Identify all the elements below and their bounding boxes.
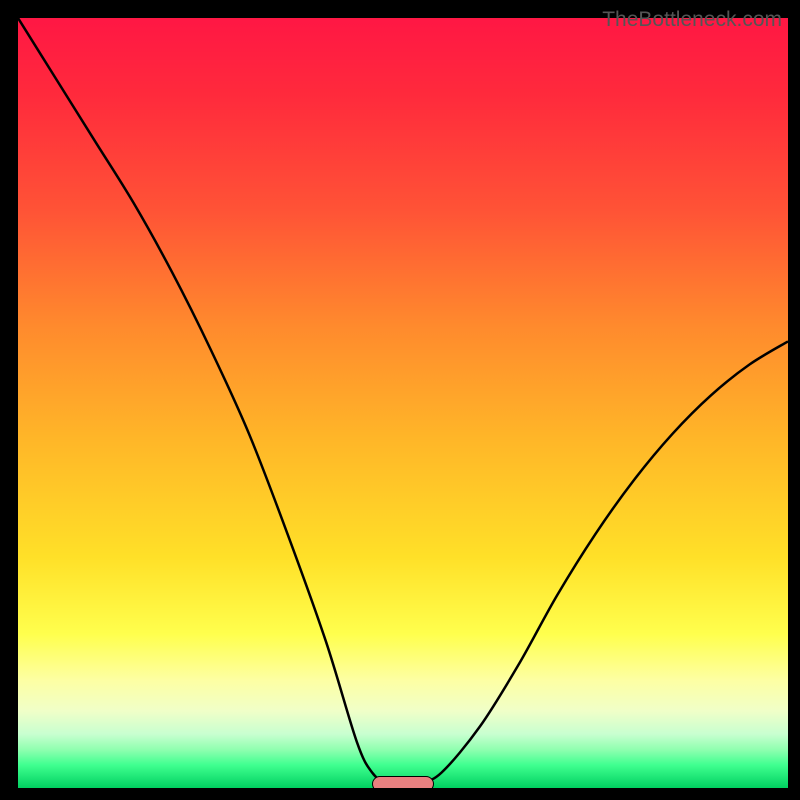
watermark-text: TheBottleneck.com	[602, 8, 782, 32]
bottleneck-curve	[18, 18, 788, 788]
optimal-marker	[372, 776, 434, 788]
plot-area	[18, 18, 788, 788]
